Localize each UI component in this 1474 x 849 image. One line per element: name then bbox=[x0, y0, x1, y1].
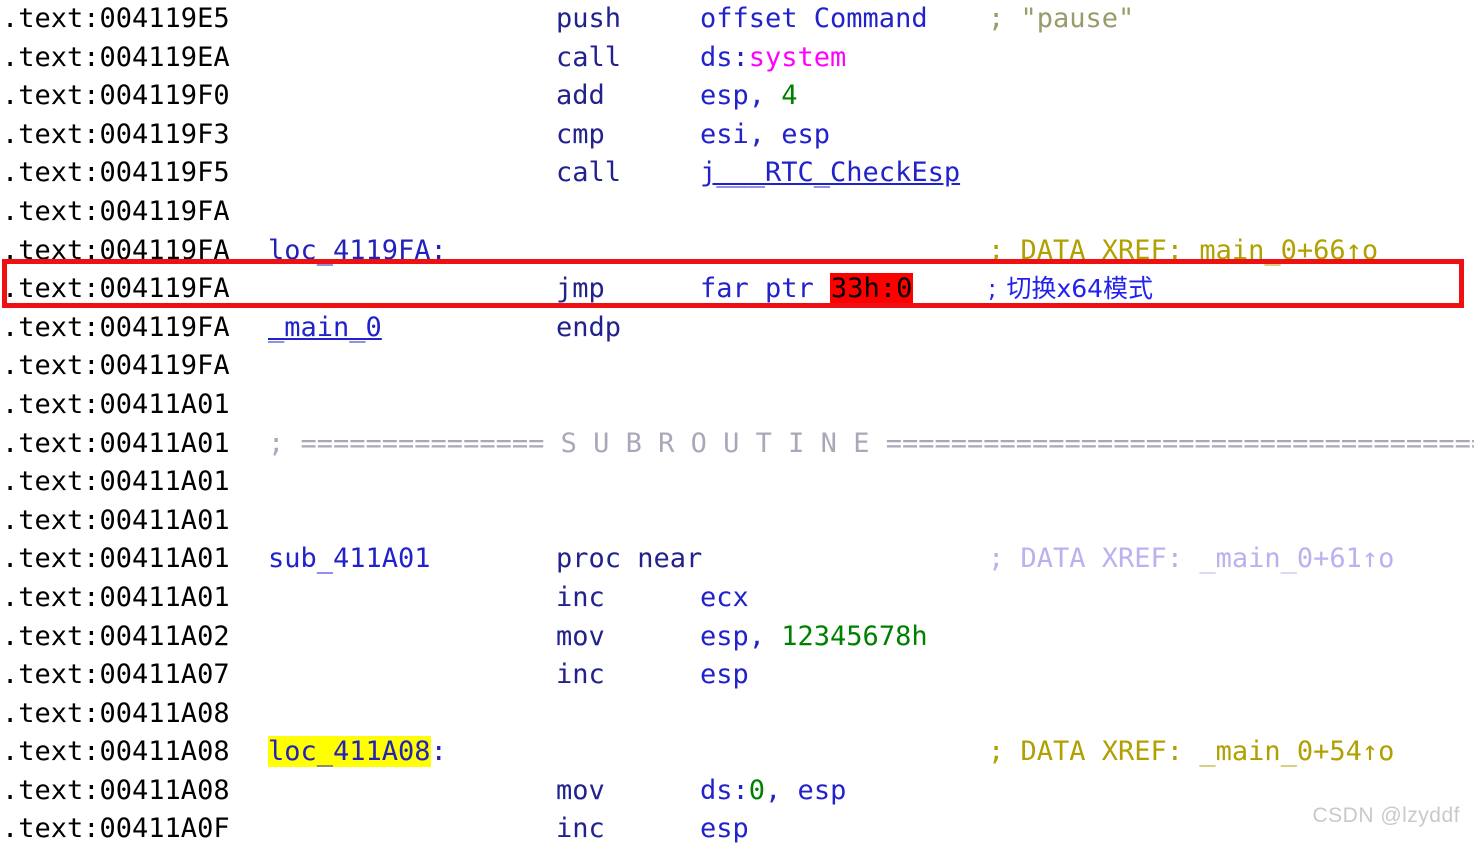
line-address: .text:00411A08 bbox=[2, 697, 230, 729]
disasm-line[interactable]: .text:00411A02 mov esp, 12345678h bbox=[0, 618, 1474, 657]
line-mnemonic[interactable]: add bbox=[556, 77, 605, 116]
disasm-line[interactable]: .text:004119EA call ds:system bbox=[0, 39, 1474, 78]
disasm-line[interactable]: .text:004119F5 call j___RTC_CheckEsp bbox=[0, 154, 1474, 193]
function-name[interactable]: _main_0 bbox=[268, 309, 382, 348]
line-operand[interactable]: ds:0, esp bbox=[700, 772, 846, 811]
disassembly-listing[interactable]: .text:004119E5 push offset Command ; "pa… bbox=[0, 0, 1474, 844]
disasm-line[interactable]: .text:00411A08 mov ds:0, esp bbox=[0, 772, 1474, 811]
highlighted-operand[interactable]: 33h:0 bbox=[830, 273, 914, 305]
disasm-line-separator[interactable]: .text:00411A01 ; =============== S U B R… bbox=[0, 425, 1474, 464]
disasm-line[interactable]: .text:00411A07 inc esp bbox=[0, 656, 1474, 695]
line-address: .text:00411A08 bbox=[2, 736, 230, 768]
line-mnemonic[interactable]: inc bbox=[556, 656, 605, 695]
line-address: .text:004119F3 bbox=[2, 118, 230, 150]
line-address: .text:00411A07 bbox=[2, 659, 230, 691]
line-address: .text:00411A01 bbox=[2, 581, 230, 613]
disasm-line[interactable]: .text:00411A08 bbox=[0, 695, 1474, 734]
line-address: .text:004119E5 bbox=[2, 3, 230, 34]
subroutine-separator: ; =============== S U B R O U T I N E ==… bbox=[268, 427, 1474, 459]
line-mnemonic[interactable]: call bbox=[556, 39, 621, 78]
line-address: .text:00411A0F bbox=[2, 813, 230, 845]
proc-directive: proc near bbox=[556, 543, 703, 575]
line-address: .text:00411A01 bbox=[2, 388, 230, 420]
disasm-line[interactable]: .text:004119FA _main_0 endp bbox=[0, 309, 1474, 348]
line-operand[interactable]: ecx bbox=[700, 579, 749, 618]
imported-function-name: system bbox=[748, 41, 847, 73]
line-mnemonic[interactable]: endp bbox=[556, 309, 621, 348]
line-comment: ; 切换x64模式 bbox=[988, 270, 1153, 309]
location-label[interactable]: loc_4119FA: bbox=[268, 232, 447, 271]
disasm-line[interactable]: .text:00411A01 inc ecx bbox=[0, 579, 1474, 618]
line-address: .text:004119FA bbox=[2, 234, 230, 266]
disasm-line[interactable]: .text:00411A01 bbox=[0, 463, 1474, 502]
operand-prefix: far ptr bbox=[700, 273, 831, 305]
line-address: .text:00411A01 bbox=[2, 466, 230, 498]
line-address: .text:004119F5 bbox=[2, 157, 230, 189]
line-address: .text:004119FA bbox=[2, 195, 230, 227]
disasm-line[interactable]: .text:004119FA bbox=[0, 193, 1474, 232]
line-address: .text:004119F0 bbox=[2, 80, 230, 112]
line-mnemonic[interactable]: mov bbox=[556, 618, 605, 657]
location-label[interactable]: loc_411A08: bbox=[268, 733, 447, 772]
line-operand[interactable]: far ptr 33h:0 bbox=[700, 270, 914, 309]
comment-semicolon: ; bbox=[988, 274, 997, 304]
xref-comment: ; DATA XREF: _main_0+54↑o bbox=[988, 736, 1395, 768]
line-address: .text:004119FA bbox=[2, 273, 230, 305]
line-mnemonic[interactable]: inc bbox=[556, 579, 605, 618]
line-operand[interactable]: esp, 12345678h bbox=[700, 618, 928, 657]
watermark: CSDN @lzyddf bbox=[1312, 804, 1460, 827]
line-operand[interactable]: esp, 4 bbox=[700, 77, 798, 116]
numeric-constant: 12345678h bbox=[781, 620, 928, 652]
disasm-line[interactable]: .text:004119E5 push offset Command ; "pa… bbox=[0, 0, 1474, 39]
line-mnemonic[interactable]: inc bbox=[556, 810, 605, 849]
line-address: .text:00411A01 bbox=[2, 543, 230, 575]
line-operand[interactable]: esi, esp bbox=[700, 116, 830, 155]
line-address: .text:00411A02 bbox=[2, 620, 230, 652]
line-operand[interactable]: esp bbox=[700, 810, 749, 849]
disasm-line[interactable]: .text:00411A08 loc_411A08: ; DATA XREF: … bbox=[0, 733, 1474, 772]
line-address: .text:00411A01 bbox=[2, 427, 230, 459]
line-address: .text:00411A08 bbox=[2, 774, 230, 806]
line-address: .text:004119FA bbox=[2, 311, 230, 343]
disasm-line[interactable]: .text:004119FA bbox=[0, 347, 1474, 386]
line-operand[interactable]: offset Command bbox=[700, 0, 928, 39]
line-mnemonic[interactable]: jmp bbox=[556, 270, 605, 309]
disasm-line[interactable]: .text:00411A01 sub_411A01 proc near ; DA… bbox=[0, 540, 1474, 579]
disasm-line[interactable]: .text:00411A0F inc esp bbox=[0, 810, 1474, 849]
highlighted-location-label[interactable]: loc_411A08 bbox=[268, 736, 431, 768]
disasm-line[interactable]: .text:004119F0 add esp, 4 bbox=[0, 77, 1474, 116]
line-mnemonic[interactable]: push bbox=[556, 0, 621, 39]
xref-comment: ; DATA XREF: _main_0+61↑o bbox=[988, 543, 1395, 575]
disasm-line[interactable]: .text:004119F3 cmp esi, esp bbox=[0, 116, 1474, 155]
disasm-line[interactable]: .text:00411A01 bbox=[0, 386, 1474, 425]
disasm-line[interactable]: .text:004119FA loc_4119FA: ; DATA XREF: … bbox=[0, 232, 1474, 271]
numeric-constant: 0 bbox=[748, 774, 766, 806]
line-comment: ; "pause" bbox=[988, 3, 1135, 34]
function-name[interactable]: sub_411A01 bbox=[268, 540, 431, 579]
line-mnemonic[interactable]: call bbox=[556, 154, 621, 193]
line-operand[interactable]: ds:system bbox=[700, 39, 846, 78]
chinese-comment-text: 切换x64模式 bbox=[1006, 274, 1154, 304]
line-operand[interactable]: esp bbox=[700, 656, 749, 695]
line-operand-target[interactable]: j___RTC_CheckEsp bbox=[700, 154, 960, 193]
line-mnemonic[interactable]: cmp bbox=[556, 116, 605, 155]
disasm-line[interactable]: .text:00411A01 bbox=[0, 502, 1474, 541]
line-mnemonic[interactable]: mov bbox=[556, 772, 605, 811]
xref-comment: ; DATA XREF: main_0+66↑o bbox=[988, 234, 1379, 266]
line-address: .text:00411A01 bbox=[2, 504, 230, 536]
line-address: .text:004119FA bbox=[2, 350, 230, 382]
disasm-line-emphasized[interactable]: .text:004119FA jmp far ptr 33h:0 ; 切换x64模… bbox=[0, 270, 1474, 309]
line-address: .text:004119EA bbox=[2, 41, 230, 73]
